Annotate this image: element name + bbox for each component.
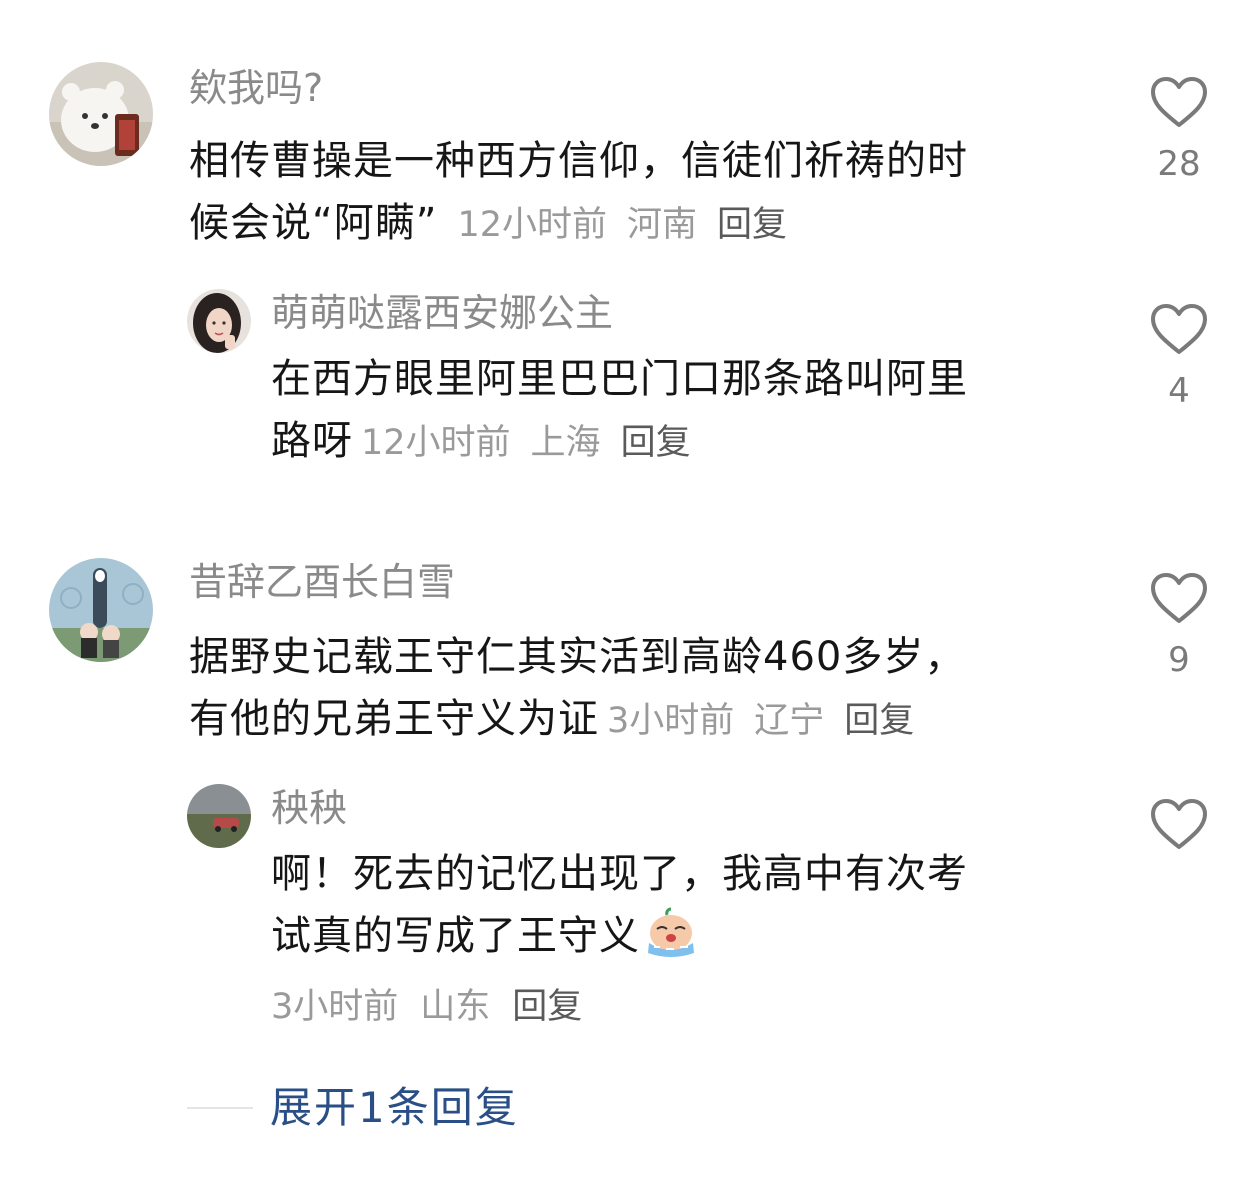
comment-text-line: 有他的兄弟王守义为证 — [189, 696, 599, 742]
heart-icon — [1151, 77, 1207, 127]
reply-text: 啊！死去的记忆出现了，我高中有次考 试真的写成了王守义 — [271, 843, 1101, 977]
reply-meta: 3小时前 山东 回复 — [271, 983, 582, 1031]
like-count: 4 — [1168, 371, 1190, 411]
comment-username[interactable]: 欸我吗? — [189, 64, 323, 112]
reply-button[interactable]: 回复 — [621, 423, 691, 463]
comment-text-line: 候会说“阿瞒” — [189, 200, 438, 246]
comment-time: 3小时前 — [607, 701, 735, 741]
expand-replies-button[interactable]: 展开1条回复 — [270, 1082, 519, 1134]
reply-time: 12小时前 — [361, 423, 511, 463]
woman-portrait-avatar-icon[interactable] — [187, 289, 251, 353]
crying-emoji-icon — [644, 907, 698, 977]
divider — [187, 1107, 253, 1109]
like-button[interactable]: 9 — [1139, 572, 1219, 682]
like-count: 9 — [1168, 640, 1190, 680]
comment-location: 辽宁 — [754, 701, 825, 741]
reply-button[interactable]: 回复 — [512, 987, 582, 1027]
comment-text-line: 据野史记载王守仁其实活到高龄460多岁， — [189, 634, 966, 680]
heart-icon — [1151, 573, 1207, 623]
comment-location: 河南 — [627, 205, 698, 245]
reply-button[interactable]: 回复 — [717, 205, 787, 245]
comment-time: 12小时前 — [457, 205, 607, 245]
white-bear-avatar-icon[interactable] — [49, 62, 153, 166]
reply-username[interactable]: 萌萌哒露西安娜公主 — [271, 289, 613, 337]
heart-icon — [1151, 799, 1207, 849]
reply-button[interactable]: 回复 — [844, 701, 914, 741]
like-button[interactable]: 28 — [1139, 76, 1219, 186]
comment-text-line-with-meta: 有他的兄弟王守义为证 3小时前 辽宁 回复 — [189, 688, 1089, 752]
reply-text-line: 路呀 — [271, 418, 353, 464]
like-button[interactable] — [1139, 798, 1219, 864]
reply-text-line: 在西方眼里阿里巴巴门口那条路叫阿里 — [271, 356, 968, 402]
reply-time: 3小时前 — [271, 987, 399, 1027]
comment-text-line: 相传曹操是一种西方信仰，信徒们祈祷的时 — [189, 138, 968, 184]
reply-text-line: 试真的写成了王守义 — [271, 913, 640, 959]
reply-text-line: 啊！死去的记忆出现了，我高中有次考 — [271, 851, 968, 897]
reply-text-line-with-emoji: 试真的写成了王守义 — [271, 905, 1101, 977]
cartoon-characters-avatar-icon[interactable] — [49, 558, 153, 662]
reply-username[interactable]: 秧秧 — [271, 784, 347, 832]
like-count: 28 — [1157, 144, 1201, 184]
reply-text: 在西方眼里阿里巴巴门口那条路叫阿里 路呀 12小时前 上海 回复 — [271, 348, 1101, 474]
comment-text-line-with-meta: 候会说“阿瞒” 12小时前 河南 回复 — [189, 192, 1089, 256]
heart-icon — [1151, 304, 1207, 354]
reply-text-line-with-meta: 路呀 12小时前 上海 回复 — [271, 410, 1101, 474]
comment-username[interactable]: 昔辞乙酉长白雪 — [189, 558, 455, 606]
like-button[interactable]: 4 — [1139, 303, 1219, 413]
comment-text: 据野史记载王守仁其实活到高龄460多岁， 有他的兄弟王守义为证 3小时前 辽宁 回复 — [189, 626, 1089, 752]
reply-location: 山东 — [420, 987, 491, 1027]
comment-text: 相传曹操是一种西方信仰，信徒们祈祷的时 候会说“阿瞒” 12小时前 河南 回复 — [189, 130, 1089, 256]
reply-location: 上海 — [530, 423, 601, 463]
landscape-car-avatar-icon[interactable] — [187, 784, 251, 848]
